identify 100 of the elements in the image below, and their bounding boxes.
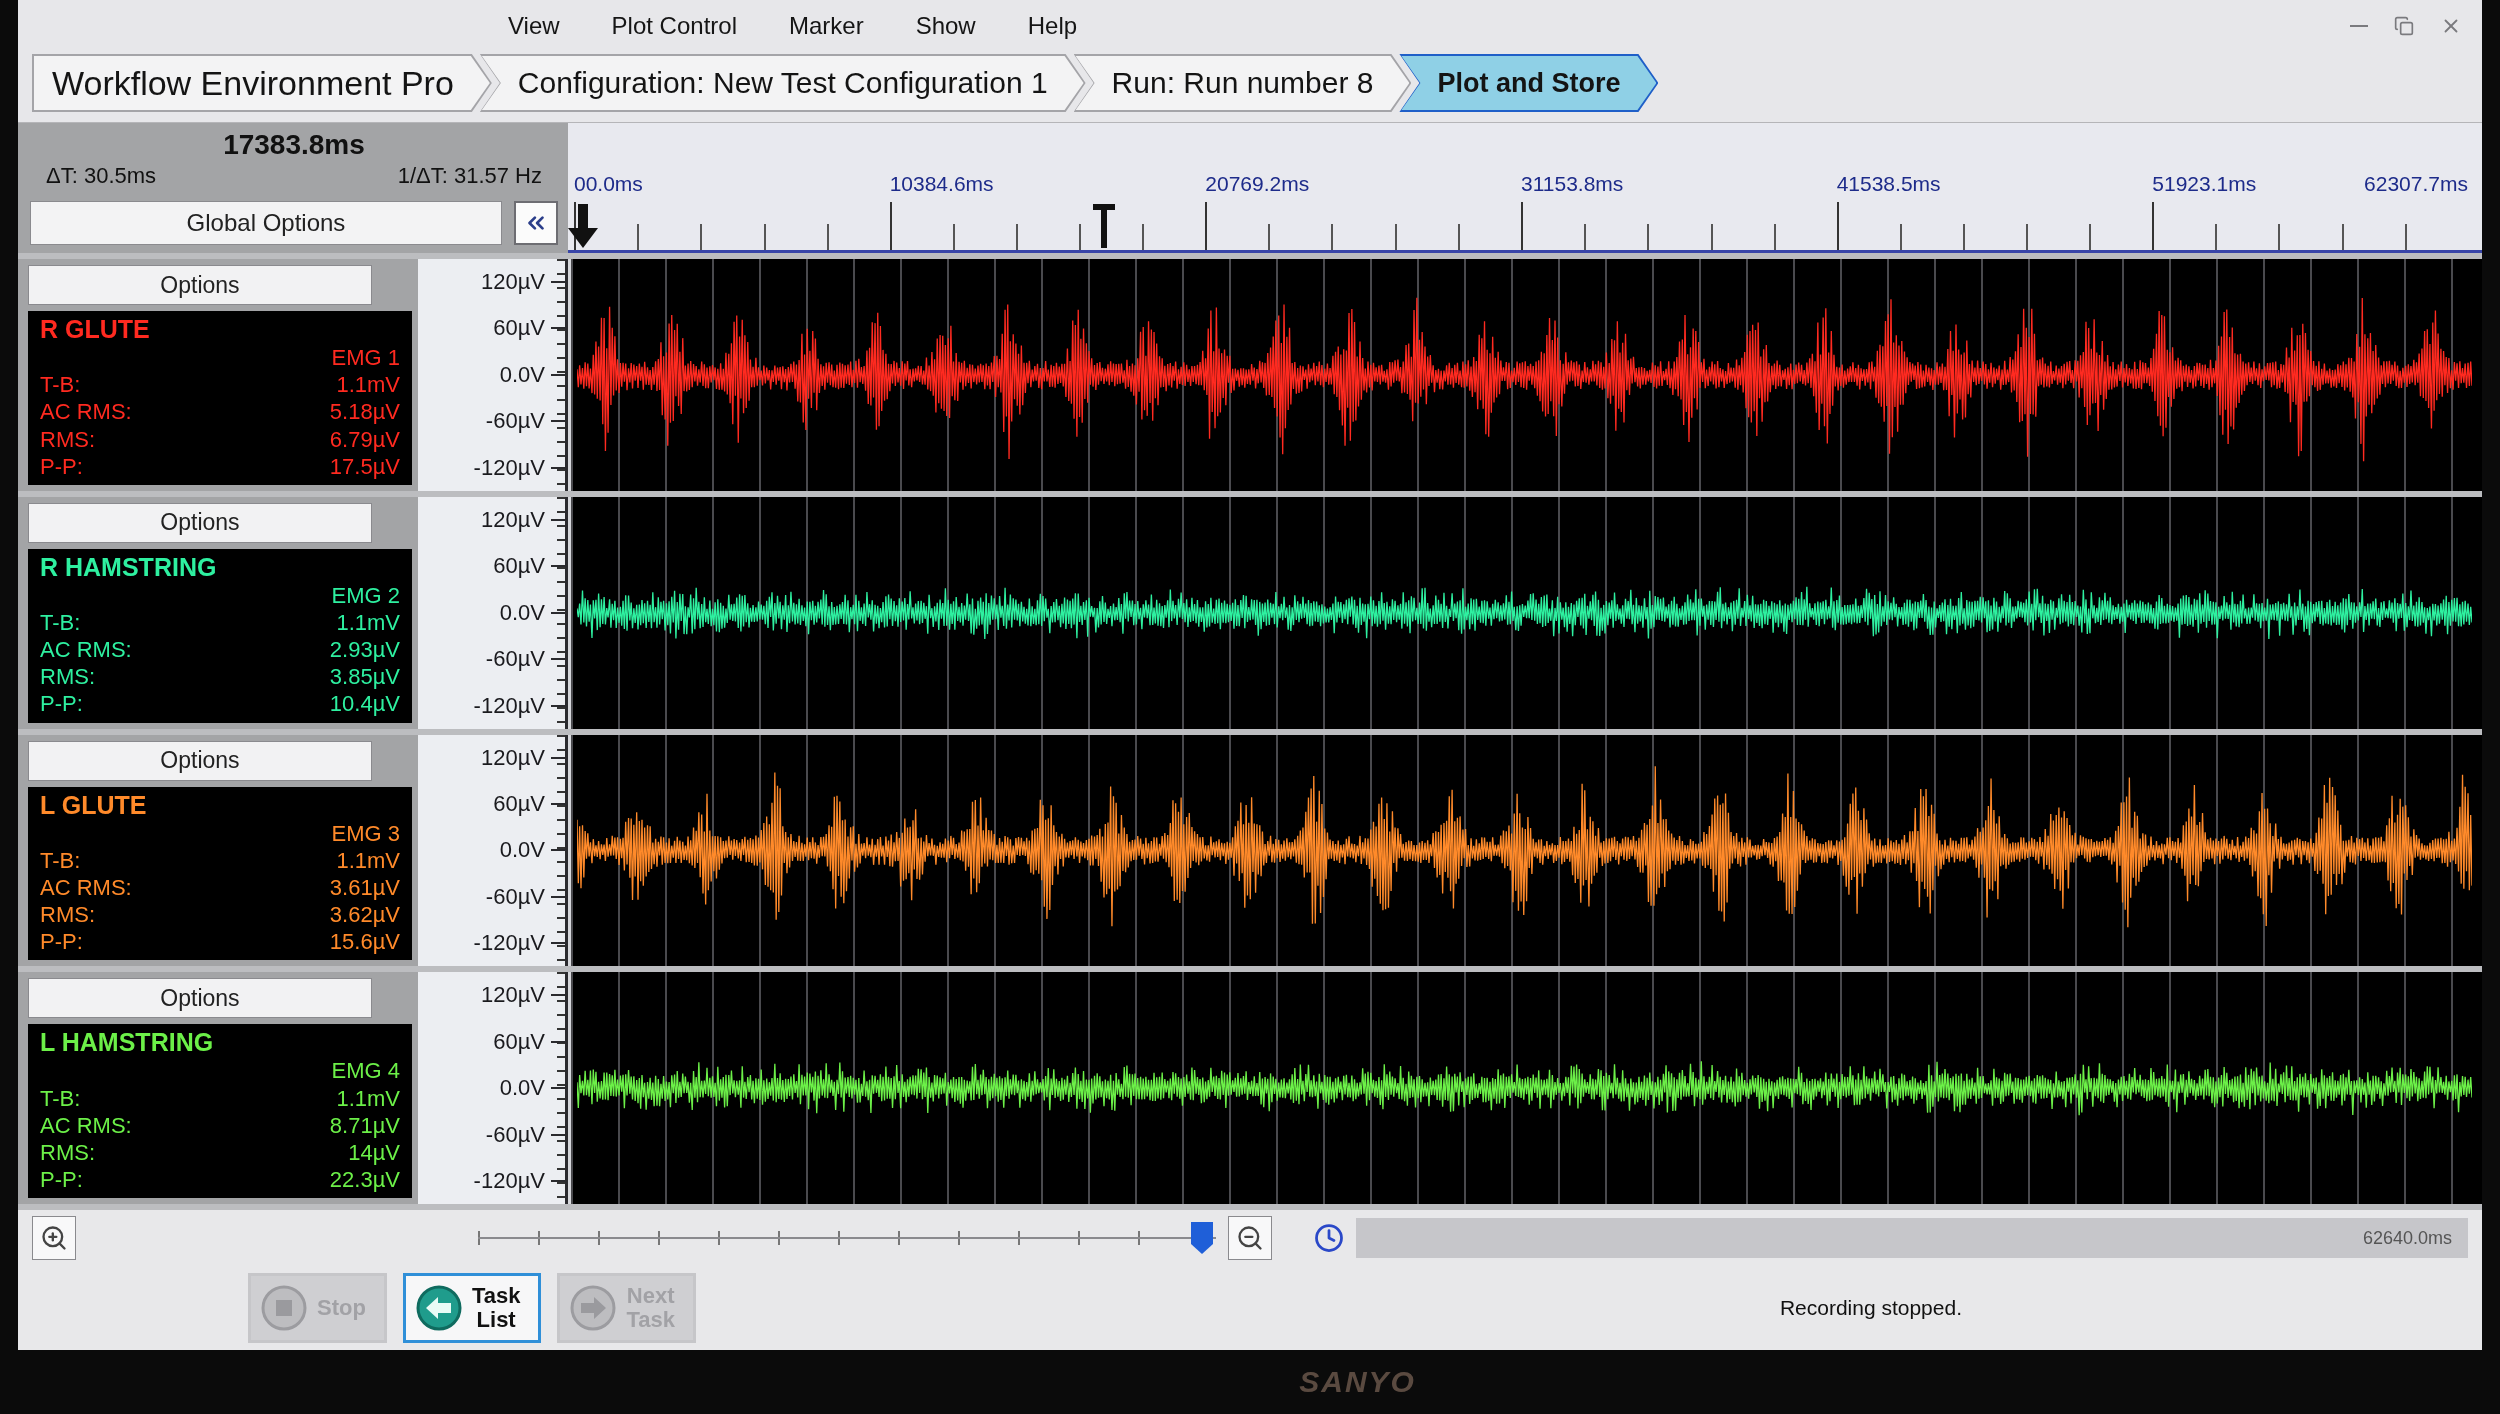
axis-label: 60µV [493, 553, 545, 580]
stat-label: AC RMS: [40, 399, 132, 425]
stat-value: 14µV [348, 1139, 400, 1165]
options-button[interactable]: Options [28, 978, 372, 1019]
status-message: Recording stopped. [1779, 1296, 1962, 1320]
menu-item[interactable]: Plot Control [605, 8, 743, 44]
zoom-out-button[interactable] [1228, 1216, 1272, 1260]
ruler-label: 41538.5ms [1836, 172, 1941, 196]
arrow-right-icon [570, 1285, 617, 1331]
delta-frequency: 1/ΔT: 31.57 Hz [397, 163, 542, 189]
ruler-label: 62307.7ms [2364, 172, 2468, 196]
menu-item[interactable]: View [502, 8, 566, 44]
axis-label: -60µV [485, 646, 545, 673]
stat-value: 10.4µV [329, 691, 400, 717]
stop-icon [261, 1285, 307, 1331]
stat-label: AC RMS: [40, 1112, 132, 1138]
stat-label: P-P: [40, 929, 83, 955]
stat-label: RMS: [40, 902, 95, 928]
stat-value: 2.93µV [329, 637, 400, 663]
global-options-button[interactable]: Global Options [30, 201, 502, 245]
stat-value: 1.1mV [336, 372, 400, 398]
stat-label: RMS: [40, 1139, 95, 1165]
nav-button[interactable]: Task List [402, 1273, 542, 1343]
slider-thumb[interactable] [1191, 1222, 1213, 1254]
axis-label: 120µV [480, 269, 545, 295]
stat-label: RMS: [40, 426, 95, 452]
channel-name: R HAMSTRING [40, 552, 218, 581]
delta-time: ΔT: 30.5ms [46, 163, 157, 189]
axis-label: 0.0V [499, 1075, 545, 1102]
axis-label: -60µV [485, 883, 545, 910]
axis-label: 60µV [493, 315, 545, 342]
channel-id: EMG 3 [331, 820, 400, 846]
menu-item[interactable]: Help [1021, 8, 1084, 44]
stat-value: 22.3µV [329, 1166, 400, 1192]
axis-label: 0.0V [499, 599, 545, 626]
channel-name: L GLUTE [40, 790, 148, 819]
stat-value: 15.6µV [329, 929, 400, 955]
stat-label: P-P: [40, 453, 83, 479]
stat-label: RMS: [40, 664, 95, 690]
axis-label: 60µV [493, 1028, 545, 1055]
axis-label: 0.0V [499, 837, 545, 864]
restore-icon [2394, 16, 2414, 36]
total-time-label: 62640.0ms [2362, 1227, 2452, 1249]
stat-value: 1.1mV [336, 847, 400, 873]
stat-value: 3.62µV [329, 902, 400, 928]
menu-item[interactable]: Show [909, 8, 982, 44]
axis-label: -120µV [473, 930, 545, 957]
axis-label: 60µV [493, 790, 545, 817]
stat-label: T-B: [40, 372, 81, 398]
stat-value: 17.5µV [329, 453, 400, 479]
t-marker-icon[interactable] [1093, 204, 1116, 248]
stat-value: 8.71µV [329, 1112, 400, 1138]
arrow-down-icon[interactable] [568, 204, 598, 248]
breadcrumb-tab[interactable]: Configuration: New Test Configuration 1 [479, 54, 1086, 112]
channel-id: EMG 4 [331, 1058, 400, 1084]
axis-label: -60µV [485, 1121, 545, 1148]
arrow-left-icon [415, 1285, 462, 1331]
clock-icon [1314, 1223, 1344, 1253]
axis-label: 120µV [480, 506, 545, 533]
stat-value: 6.79µV [329, 426, 400, 452]
ruler-label: 31153.8ms [1521, 172, 1624, 196]
stat-value: 1.1mV [336, 610, 400, 636]
channel-name: L HAMSTRING [40, 1028, 215, 1057]
axis-label: -120µV [473, 454, 545, 481]
breadcrumb-tab[interactable]: Run: Run number 8 [1073, 54, 1412, 112]
axis-label: 0.0V [499, 361, 545, 388]
collapse-button[interactable] [514, 201, 558, 245]
channel-id: EMG 2 [331, 582, 400, 608]
stat-label: AC RMS: [40, 874, 132, 900]
cursor-time: 17383.8ms [223, 129, 365, 161]
zoom-out-icon [1236, 1224, 1264, 1252]
stat-value: 3.85µV [329, 664, 400, 690]
axis-label: 120µV [480, 744, 545, 771]
ruler-label: 51923.1ms [2152, 172, 2257, 196]
stat-label: T-B: [40, 847, 81, 873]
minimize-icon [2350, 25, 2368, 27]
stat-label: P-P: [40, 1166, 83, 1192]
zoom-in-icon [40, 1224, 68, 1252]
axis-label: 120µV [480, 982, 545, 1009]
axis-label: -120µV [473, 692, 545, 719]
options-button[interactable]: Options [28, 265, 372, 305]
breadcrumb-tab[interactable]: Workflow Environment Pro [32, 54, 492, 112]
stat-label: T-B: [40, 610, 81, 636]
axis-label: -60µV [485, 408, 545, 435]
stat-label: AC RMS: [40, 637, 132, 663]
zoom-in-button[interactable] [32, 1216, 76, 1260]
stat-value: 3.61µV [329, 874, 400, 900]
options-button[interactable]: Options [28, 740, 372, 781]
stat-value: 5.18µV [329, 399, 400, 425]
options-button[interactable]: Options [28, 502, 372, 543]
ruler-label: 10384.6ms [889, 172, 994, 196]
menu-item[interactable]: Marker [783, 8, 870, 44]
stat-label: T-B: [40, 1085, 81, 1111]
breadcrumb-tab[interactable]: Plot and Store [1399, 54, 1659, 112]
axis-label: -120µV [473, 1168, 545, 1194]
channel-id: EMG 1 [331, 345, 400, 371]
ruler-label: 20769.2ms [1205, 172, 1310, 196]
ruler-label: 00.0ms [574, 172, 643, 196]
channel-name: R GLUTE [40, 315, 151, 343]
brand-logo: SANYO [1299, 1365, 1416, 1399]
